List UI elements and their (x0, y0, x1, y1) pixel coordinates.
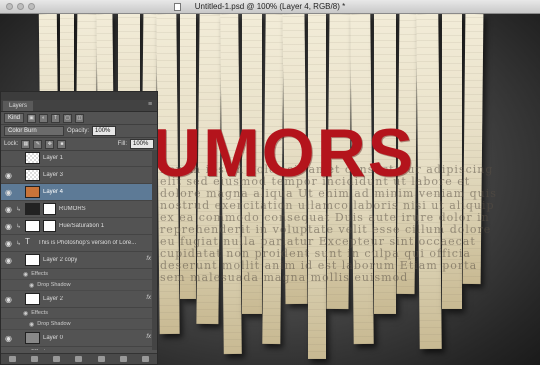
layer-name: Layer 2 copy (43, 257, 78, 263)
layers-scrollbar[interactable] (152, 150, 157, 350)
add-mask-icon[interactable] (53, 356, 61, 362)
lock-label: Lock: (4, 141, 19, 147)
layers-panel: Layers ≡ Kind ▣ ◐ T ▢ ◫ Color Burn Opaci… (0, 91, 158, 365)
layer-mask-thumbnail (43, 203, 56, 215)
eye-icon[interactable]: ◉ (23, 310, 28, 317)
effects-label: Effects (31, 310, 48, 316)
fill-label: Fill: (117, 141, 127, 147)
eye-icon[interactable]: ◉ (23, 271, 28, 278)
fx-icon[interactable]: fx (146, 334, 151, 340)
layer-name: Layer 3 (43, 172, 64, 178)
effect-name: Drop Shadow (37, 321, 71, 327)
eye-icon[interactable]: ◉ (29, 321, 34, 328)
layer-row[interactable]: ◉Layer 1 (1, 150, 157, 167)
panel-footer (1, 353, 157, 364)
layer-row[interactable]: ◉ ↳ Hue/Saturation 1 (1, 218, 157, 235)
blend-mode-select[interactable]: Color Burn (4, 126, 64, 136)
effects-label: Effects (31, 271, 48, 277)
layers-tab[interactable]: Layers (3, 101, 34, 111)
layer-row[interactable]: ◉ ↳ T This is Photoshop's version of Lore..… (1, 235, 157, 252)
layer-name: This is Photoshop's version of Lore... (38, 240, 137, 246)
eye-icon[interactable]: ◉ (4, 256, 13, 265)
layer-row[interactable]: ◉ Layer 4 (1, 184, 157, 201)
effects-group[interactable]: ◉Effects (1, 347, 157, 350)
new-group-icon[interactable] (97, 356, 105, 362)
layer-thumbnail (25, 203, 40, 215)
layer-row[interactable]: ◉ Layer 3 (1, 167, 157, 184)
eye-icon[interactable]: ◉ (29, 282, 34, 289)
add-style-icon[interactable] (30, 356, 38, 362)
layer-thumbnail (25, 220, 40, 232)
effects-group[interactable]: ◉Effects (1, 269, 157, 280)
eye-icon[interactable]: ◉ (4, 239, 13, 248)
lock-all-icon[interactable]: ■ (57, 139, 67, 149)
fill-field[interactable]: 100% (130, 139, 154, 149)
fx-icon[interactable]: fx (146, 295, 151, 301)
layer-name: RUMORS (59, 206, 86, 212)
eye-icon[interactable]: ◉ (4, 222, 13, 231)
effect-item[interactable]: ◉ Drop Shadow (1, 319, 157, 330)
type-layer-icon: T (25, 237, 30, 246)
layer-row[interactable]: ◉ ↳ RUMORS (1, 201, 157, 218)
fx-icon[interactable]: fx (146, 256, 151, 262)
effect-name: Drop Shadow (37, 282, 71, 288)
layer-row[interactable]: ◉ Layer 2 copy fx (1, 252, 157, 269)
clip-icon: ↳ (16, 240, 22, 247)
lock-paint-icon[interactable]: ✎ (33, 139, 43, 149)
filter-shape-icon[interactable]: ▢ (63, 113, 73, 123)
layer-mask-thumbnail (43, 220, 56, 232)
eye-icon[interactable]: ◉ (4, 295, 13, 304)
window-title: Untitled-1.psd @ 100% (Layer 4, RGB/8) * (194, 2, 346, 11)
panel-menu-icon[interactable]: ≡ (148, 101, 154, 108)
filter-pixel-icon[interactable]: ▣ (27, 113, 37, 123)
layer-thumbnail (25, 186, 40, 198)
new-layer-icon[interactable] (120, 356, 128, 362)
opacity-label: Opacity: (67, 128, 90, 134)
layer-name: Layer 4 (43, 189, 64, 195)
filter-adjustment-icon[interactable]: ◐ (39, 113, 49, 123)
opacity-field[interactable]: 100% (92, 126, 117, 136)
clip-icon: ↳ (16, 223, 22, 230)
filter-type-icon[interactable]: T (51, 113, 61, 123)
eye-icon[interactable]: ◉ (4, 205, 13, 214)
layer-name: Layer 1 (43, 155, 64, 161)
layer-name: Layer 2 (43, 296, 64, 302)
new-adjustment-icon[interactable] (75, 356, 83, 362)
layer-thumbnail (25, 169, 40, 181)
layer-row[interactable]: ◉ Layer 2 fx (1, 291, 157, 308)
layer-thumbnail (25, 254, 40, 266)
layer-name: Hue/Saturation 1 (59, 223, 105, 229)
effects-label: Effects (31, 349, 48, 350)
layer-thumbnail (25, 332, 40, 344)
layers-list: ◉Layer 1◉Layer 3◉Layer 4◉↳RUMORS◉↳Hue/Sa… (1, 150, 157, 350)
eye-icon[interactable]: ◉ (4, 334, 13, 343)
effects-group[interactable]: ◉Effects (1, 308, 157, 319)
panel-top-bar (1, 92, 157, 100)
eye-icon[interactable]: ◉ (4, 188, 13, 197)
window-titlebar: Untitled-1.psd @ 100% (Layer 4, RGB/8) * (0, 0, 540, 14)
layer-thumbnail (25, 293, 40, 305)
lock-move-icon[interactable]: ✥ (45, 139, 55, 149)
layer-thumbnail (25, 152, 40, 164)
panel-header: Layers ≡ (1, 100, 157, 112)
clip-icon: ↳ (16, 206, 22, 213)
eye-icon[interactable]: ◉ (4, 171, 13, 180)
effect-item[interactable]: ◉ Drop Shadow (1, 280, 157, 291)
link-layers-icon[interactable] (8, 356, 16, 362)
layer-row[interactable]: ◉ Layer 0 fx (1, 330, 157, 347)
filter-row: Kind ▣ ◐ T ▢ ◫ (1, 112, 157, 125)
filter-kind-select[interactable]: Kind (4, 113, 25, 123)
trash-icon[interactable] (142, 356, 150, 362)
headline-text: UMORS (152, 115, 416, 191)
lock-transparent-icon[interactable]: ▦ (21, 139, 31, 149)
eye-icon[interactable]: ◉ (23, 349, 28, 351)
layer-name: Layer 0 (43, 335, 64, 341)
blend-row: Color Burn Opacity: 100% (1, 125, 157, 138)
filter-smart-icon[interactable]: ◫ (75, 113, 85, 123)
